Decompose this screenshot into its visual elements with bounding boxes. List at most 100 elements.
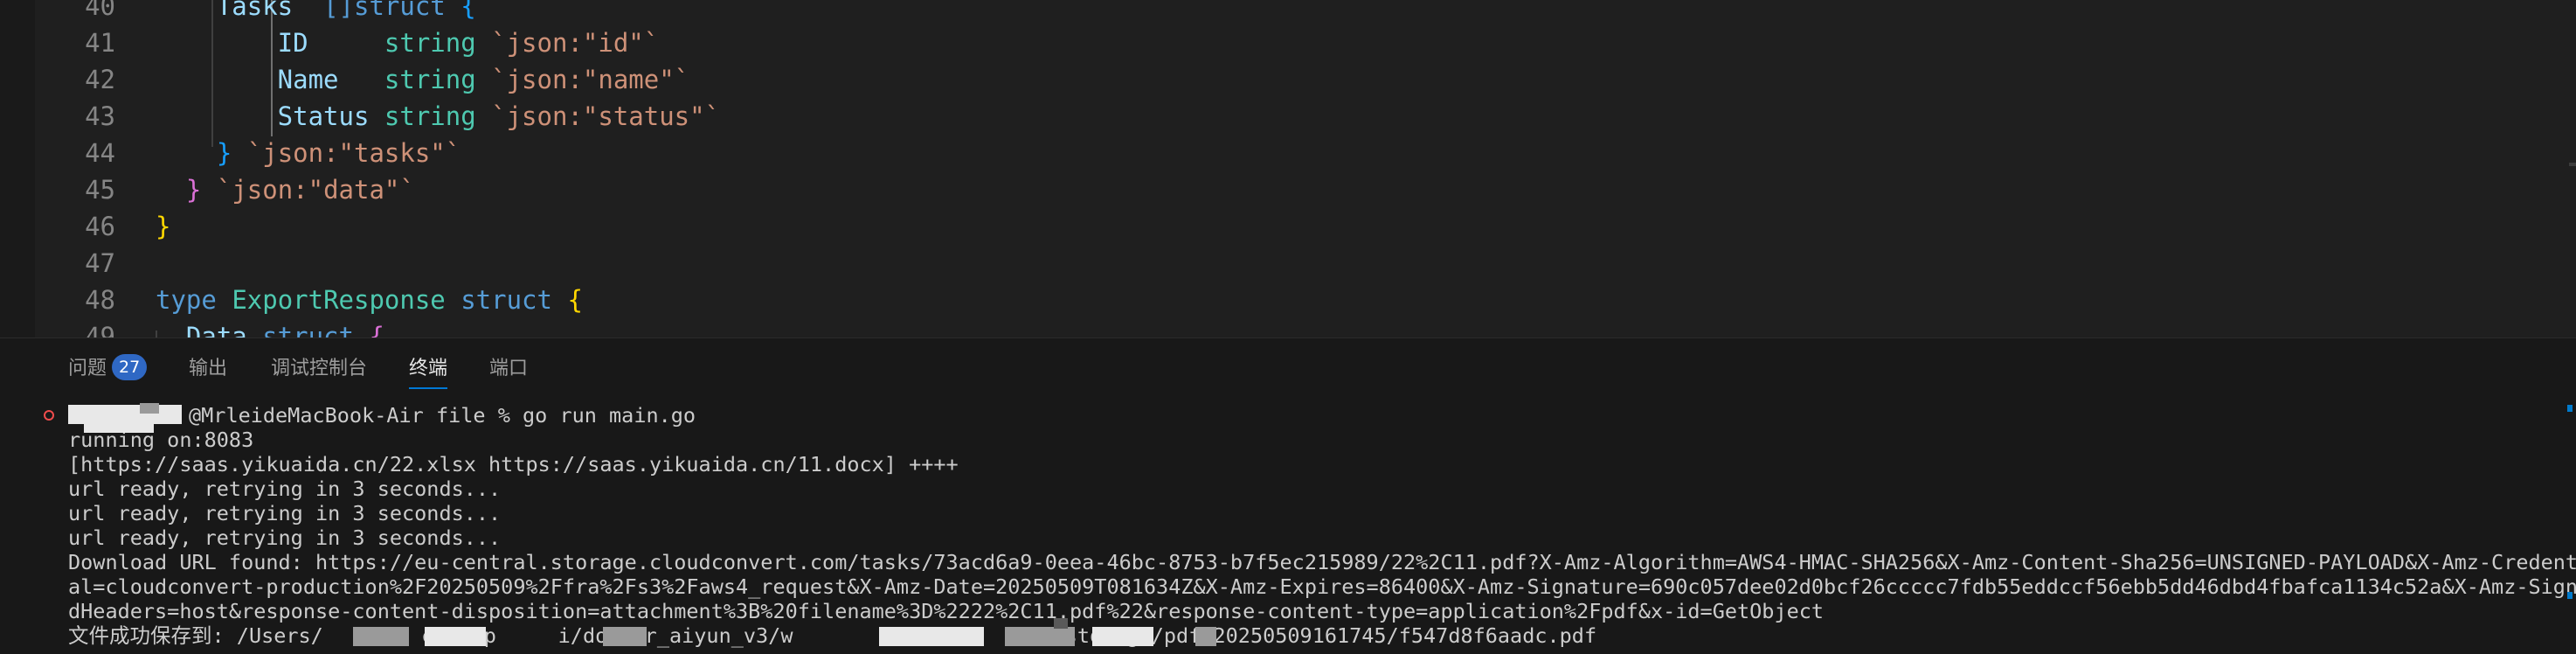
code-token: struct: [353, 0, 446, 21]
redaction-mask: [68, 405, 182, 424]
redaction-mask: [353, 627, 409, 646]
tab-debug-console[interactable]: 调试控制台: [271, 338, 367, 387]
tab-label: 端口: [489, 358, 529, 379]
line-source: type ExportResponse struct {: [156, 282, 583, 318]
terminal-scrollbar[interactable]: [2567, 405, 2573, 412]
line-number: 45: [85, 175, 115, 205]
code-token: `json:"data"`: [216, 175, 415, 205]
code-token: }: [216, 138, 232, 168]
code-token: {: [445, 0, 476, 21]
line-number: 47: [85, 248, 115, 278]
code-token: }: [185, 175, 202, 205]
redaction-mask: [603, 627, 647, 646]
tab-problems[interactable]: 问题 27: [68, 338, 148, 387]
code-token: Name: [156, 65, 384, 94]
code-token: string: [384, 101, 476, 131]
line-number: 44: [85, 138, 115, 168]
code-line: 42 Name string `json:"name"`: [0, 61, 2534, 98]
code-line: 46}: [0, 208, 2534, 245]
tab-label: 终端: [409, 358, 448, 379]
bottom-panel: 问题 27 输出 调试控制台 终端 端口 @MrleideMacBook-Air …: [0, 337, 2576, 654]
code-token: Data: [156, 322, 263, 337]
redaction-mask: [1005, 627, 1075, 646]
code-token: string: [384, 28, 476, 58]
tab-label: 输出: [189, 358, 228, 379]
terminal-scrollbar[interactable]: [2567, 592, 2573, 599]
code-token: []: [323, 0, 354, 21]
tab-label: 调试控制台: [271, 358, 368, 379]
code-token: `json:"tasks"`: [246, 138, 461, 168]
terminal-line: @MrleideMacBook-Air file % go run main.g…: [189, 403, 696, 428]
command-status-icon[interactable]: [44, 410, 54, 421]
code-token: struct: [262, 322, 354, 337]
code-token: struct: [460, 285, 552, 315]
redaction-mask: [1054, 618, 1068, 629]
line-source: Name string `json:"name"`: [156, 61, 689, 98]
editor-scrollbar-marker[interactable]: [2569, 163, 2576, 166]
code-line: 41 ID string `json:"id"`: [0, 24, 2534, 61]
code-token: string: [384, 65, 476, 94]
code-line: 40 Tasks []struct {: [0, 0, 2534, 24]
line-number: 42: [85, 65, 115, 94]
code-token: ExportResponse: [232, 285, 446, 315]
tab-output[interactable]: 输出: [189, 338, 227, 387]
redaction-mask: [1092, 627, 1153, 646]
terminal-line: 文件成功保存到: /Users/ esktop i/docker_aiyun_v…: [68, 623, 1597, 648]
terminal-line: url ready, retrying in 3 seconds...: [68, 477, 502, 501]
code-line: 44 } `json:"tasks"`: [0, 135, 2534, 171]
terminal-line: al=cloudconvert-production%2F20250509%2F…: [68, 574, 2576, 599]
code-token: `json:"id"`: [491, 28, 660, 58]
code-token: type: [156, 285, 217, 315]
line-source: } `json:"data"`: [156, 171, 415, 208]
line-number: 49: [85, 322, 115, 337]
tab-label: 问题: [68, 358, 107, 379]
line-source: ID string `json:"id"`: [156, 24, 660, 61]
code-line: 49 Data struct {: [0, 318, 2534, 337]
terminal-line: [https://saas.yikuaida.cn/22.xlsx https:…: [68, 452, 959, 477]
terminal-line: url ready, retrying in 3 seconds...: [68, 525, 502, 550]
tab-ports[interactable]: 端口: [489, 338, 528, 387]
redaction-mask: [879, 627, 984, 646]
line-source: }: [156, 208, 170, 245]
line-source: Tasks []struct {: [156, 0, 476, 24]
problems-count-badge: 27: [112, 354, 148, 380]
code-token: }: [156, 212, 171, 241]
tab-terminal[interactable]: 终端: [409, 338, 448, 389]
line-source: } `json:"tasks"`: [156, 135, 460, 171]
line-number: 41: [85, 28, 115, 58]
code-line: 45 } `json:"data"`: [0, 171, 2534, 208]
code-editor[interactable]: 40 Tasks []struct {41 ID string `json:"i…: [0, 0, 2576, 337]
line-number: 48: [85, 285, 115, 315]
code-token: {: [551, 285, 583, 315]
terminal-line: Download URL found: https://eu-central.s…: [68, 550, 2576, 574]
code-line: 47: [0, 245, 2534, 282]
code-token: Status: [156, 101, 384, 131]
terminal[interactable]: @MrleideMacBook-Air file % go run main.g…: [0, 403, 2576, 654]
line-source: Status string `json:"status"`: [156, 98, 720, 135]
redaction-mask: [84, 424, 154, 433]
code-token: `json:"name"`: [491, 65, 690, 94]
line-number: 46: [85, 212, 115, 241]
code-token: `json:"status"`: [491, 101, 721, 131]
line-source: Data struct {: [156, 318, 384, 337]
redaction-mask: [140, 403, 159, 414]
redaction-mask: [425, 627, 486, 646]
code-line: 43 Status string `json:"status"`: [0, 98, 2534, 135]
terminal-line: dHeaders=host&response-content-dispositi…: [68, 599, 1825, 623]
code-token: Tasks: [156, 0, 324, 21]
panel-tabs: 问题 27 输出 调试控制台 终端 端口: [0, 338, 2576, 389]
code-line: 48 type ExportResponse struct {: [0, 282, 2534, 318]
line-number: 43: [85, 101, 115, 131]
terminal-line: url ready, retrying in 3 seconds...: [68, 501, 502, 525]
code-token: ID: [156, 28, 384, 58]
redaction-mask: [1195, 627, 1216, 646]
